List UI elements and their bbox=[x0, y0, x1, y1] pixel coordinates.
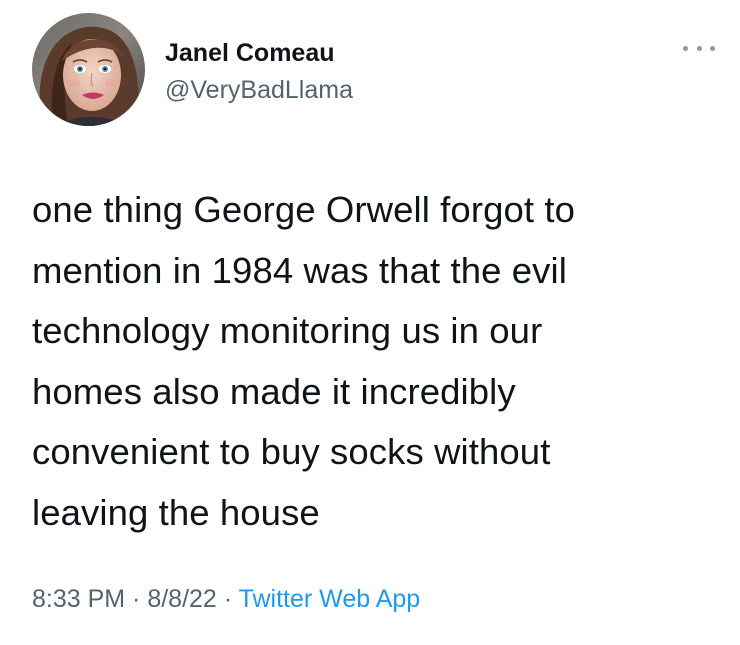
tweet-metadata: 8:33 PM · 8/8/22 · Twitter Web App bbox=[32, 584, 420, 614]
tweet-text: one thing George Orwell forgot to mentio… bbox=[32, 189, 575, 533]
more-options-button[interactable] bbox=[683, 38, 715, 58]
author-name[interactable]: Janel Comeau bbox=[165, 38, 335, 68]
more-horizontal-icon bbox=[683, 45, 688, 51]
tweet-source-link[interactable]: Twitter Web App bbox=[239, 585, 421, 613]
author-handle[interactable]: @VeryBadLlama bbox=[165, 75, 353, 105]
more-horizontal-icon bbox=[710, 45, 715, 51]
separator: · bbox=[125, 585, 148, 613]
separator: · bbox=[216, 585, 239, 613]
profile-photo-icon bbox=[32, 13, 145, 126]
tweet-date[interactable]: 8/8/22 bbox=[147, 585, 217, 613]
avatar[interactable] bbox=[32, 13, 145, 126]
tweet-time[interactable]: 8:33 PM bbox=[32, 585, 125, 613]
more-horizontal-icon bbox=[696, 45, 702, 51]
tweet-card: Janel Comeau @VeryBadLlama one thing Geo… bbox=[0, 0, 740, 645]
